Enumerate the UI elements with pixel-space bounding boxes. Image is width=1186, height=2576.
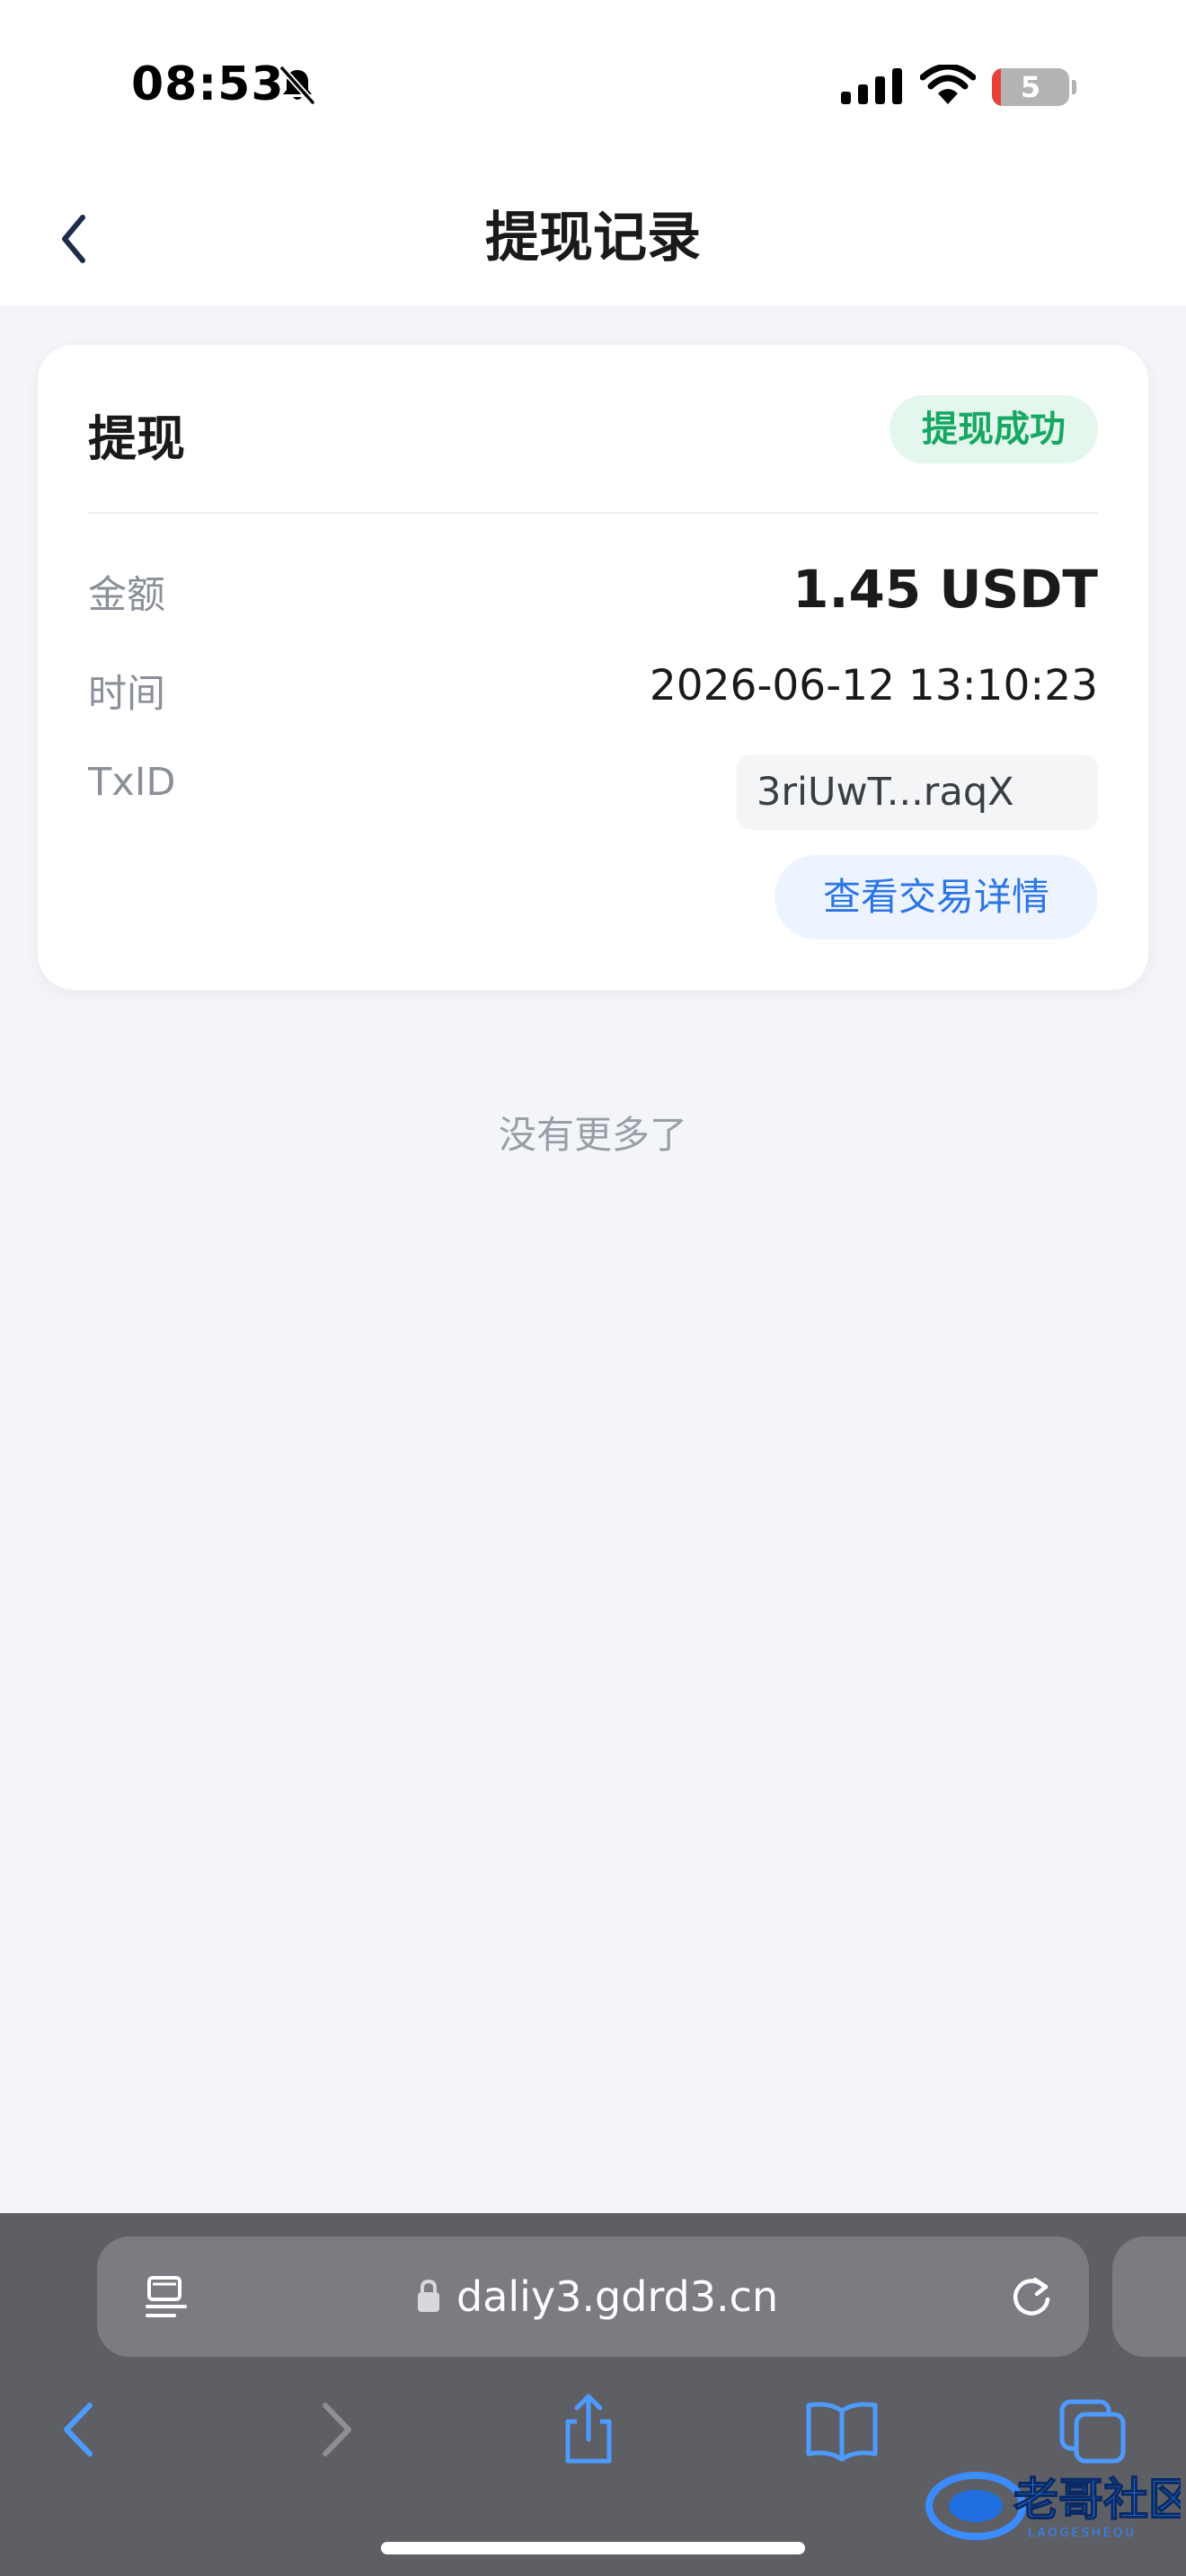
signal-icon [841,68,902,104]
amount-label: 金额 [88,573,165,618]
svg-text:老哥社区: 老哥社区 [1013,2474,1181,2526]
tabs-icon[interactable] [1053,2389,1134,2470]
view-transaction-details-button[interactable]: 查看交易详情 [774,855,1098,940]
battery-icon: 5 [992,68,1069,106]
status-time: 08:53 [131,57,285,111]
bookmarks-icon[interactable] [801,2389,882,2470]
watermark-logo: 老哥社区 LAOGESHEQU [925,2472,1181,2540]
battery-level: 5 [1020,70,1041,104]
time-label: 时间 [88,672,165,717]
home-indicator [381,2542,805,2554]
battery-cap [1072,80,1076,94]
url-text: daliy3.gdrd3.cn [456,2272,779,2321]
time-value: 2026-06-12 13:10:23 [649,661,1098,710]
forward-arrow-icon[interactable] [296,2389,377,2470]
page-title: 提现记录 [485,207,701,269]
bell-slash-icon [279,66,315,105]
status-badge: 提现成功 [890,395,1098,463]
share-icon[interactable] [548,2389,629,2470]
withdrawal-record-card: 提现 提现成功 金额 1.45 USDT 时间 2026-06-12 13:10… [38,345,1148,990]
txid-label: TxID [88,760,176,805]
nav-header: 提现记录 [0,171,1186,305]
back-arrow-icon[interactable] [38,2389,119,2470]
address-bar[interactable]: daliy3.gdrd3.cn [97,2236,1089,2357]
status-bar: 08:53 5 [0,0,1186,171]
chevron-left-icon [62,215,85,263]
page-menu-icon[interactable] [144,2272,189,2321]
list-end-message: 没有更多了 [498,1113,687,1157]
wifi-icon [920,65,976,104]
txid-value[interactable]: 3riUwT...raqX [737,754,1098,830]
lock-icon [418,2279,439,2312]
back-button[interactable] [47,203,101,275]
card-divider [88,512,1098,514]
reload-icon[interactable] [1008,2272,1055,2321]
svg-text:LAOGESHEQU: LAOGESHEQU [1028,2527,1137,2540]
record-type: 提现 [88,410,185,467]
amount-value: 1.45 USDT [792,559,1098,620]
next-tab-address-bar[interactable] [1112,2236,1186,2357]
